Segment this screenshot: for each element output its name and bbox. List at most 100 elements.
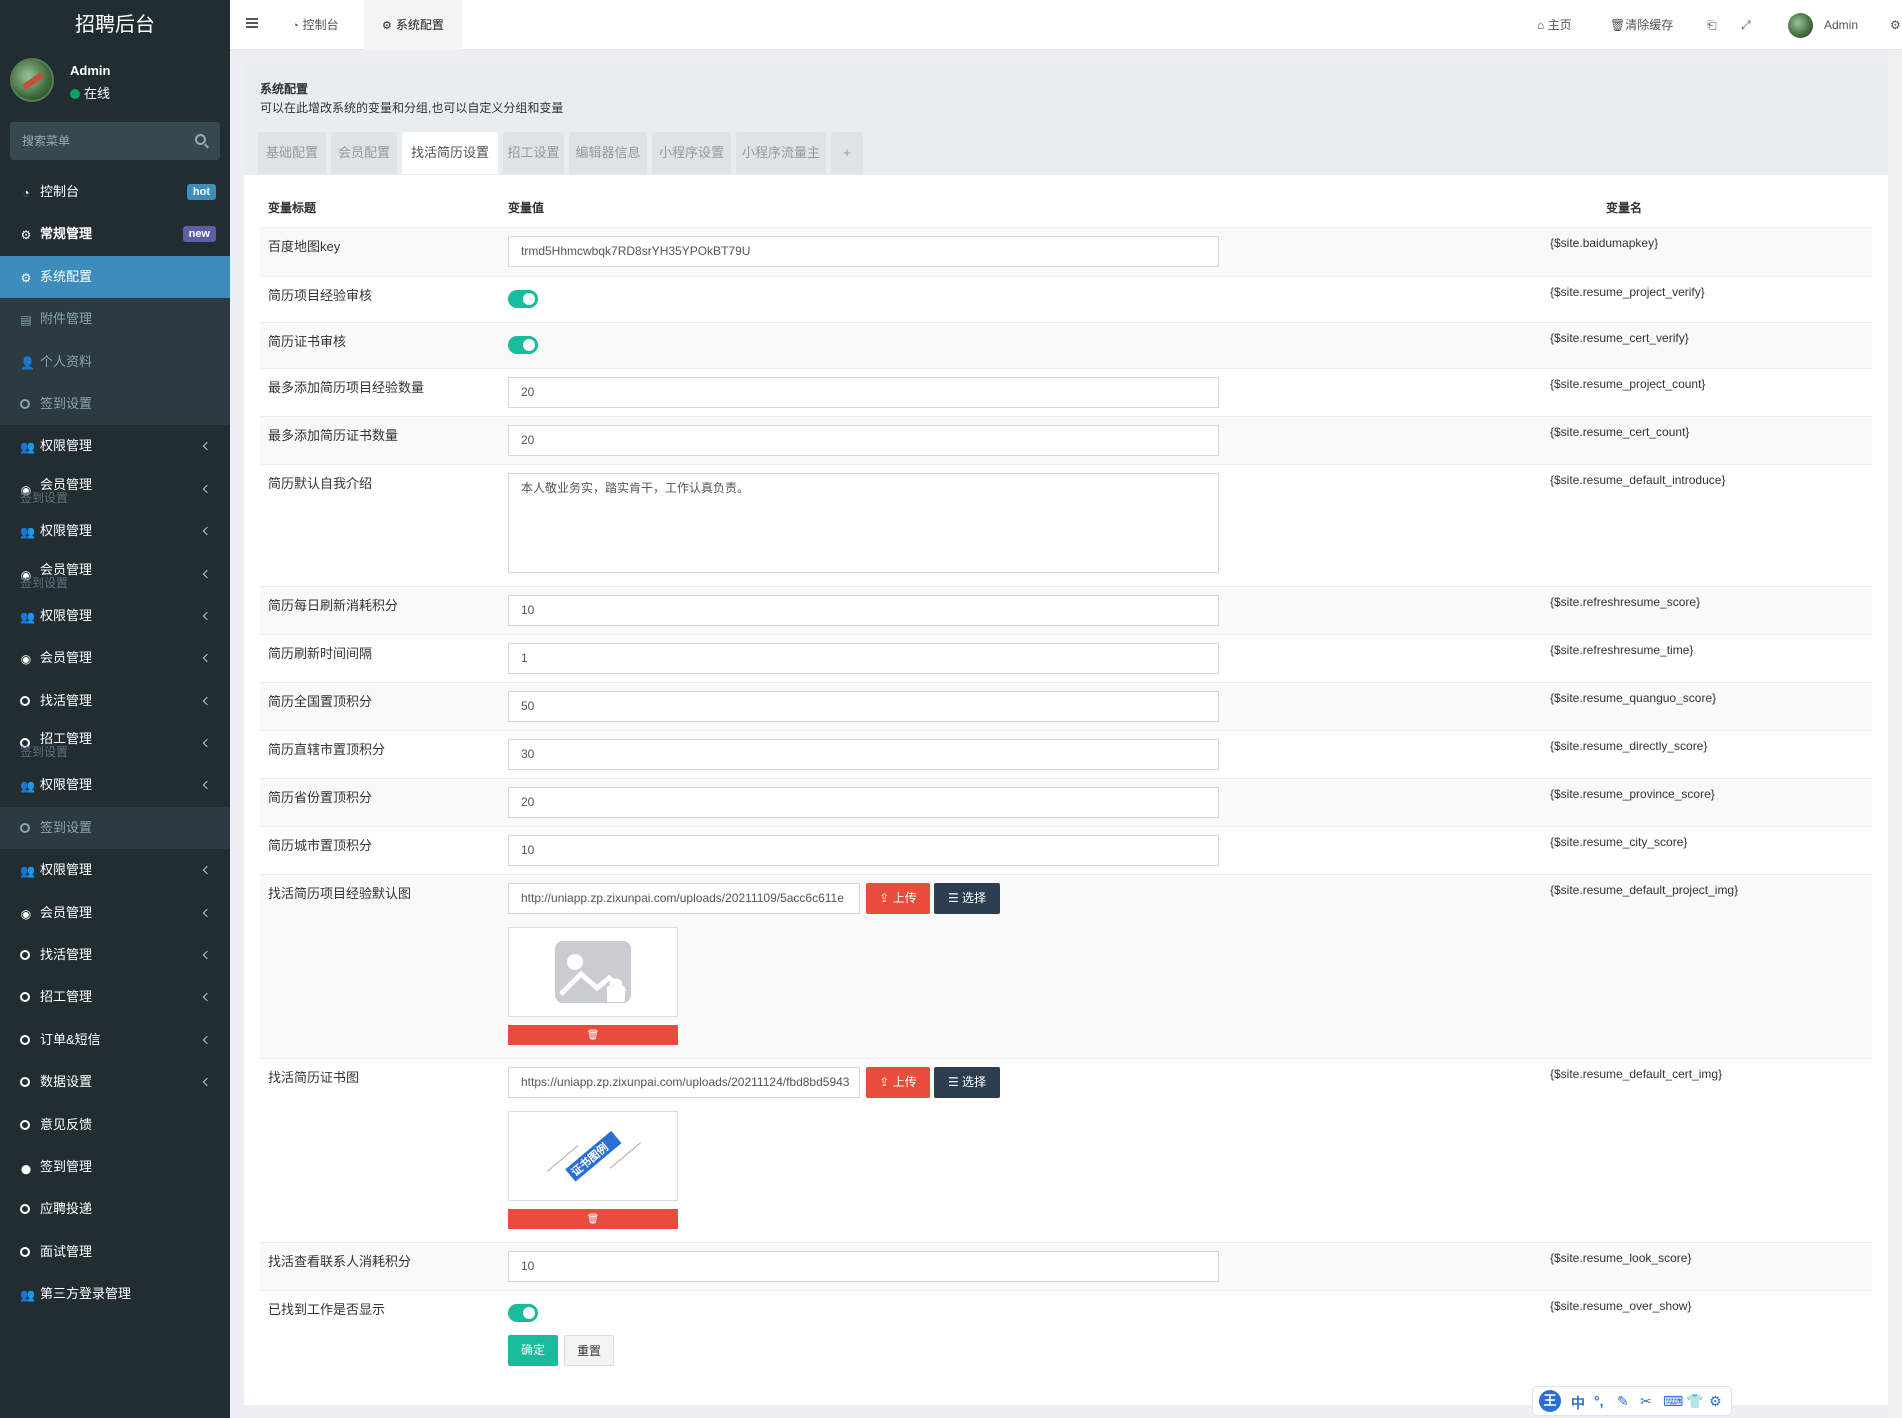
toggle-switch[interactable] — [508, 1304, 538, 1322]
sidebar-item-label: 应聘投递 — [40, 1201, 93, 1217]
confirm-button[interactable]: 确定 — [508, 1335, 558, 1366]
sidebar-item[interactable]: ⚙ 常规管理 new — [0, 213, 230, 255]
settings-gear-icon[interactable]: ⚙ — [1890, 0, 1901, 50]
sidebar-item[interactable]: ◉ 会员管理 签到设置 — [0, 468, 230, 510]
sidebar-item[interactable]: 意见反馈 — [0, 1104, 230, 1146]
toggle-switch[interactable] — [508, 290, 538, 308]
sidebar-item[interactable]: ◉ 会员管理 — [0, 637, 230, 679]
input-field[interactable]: 30 — [508, 739, 1219, 770]
gear-icon: ⚙ — [20, 270, 32, 285]
ime-punct-icon[interactable]: °, — [1594, 1393, 1604, 1409]
fullscreen-icon[interactable]: ⤢ — [1741, 0, 1751, 50]
delete-image-button[interactable]: 🗑 — [508, 1025, 678, 1045]
circle-icon — [20, 950, 30, 961]
table-row: 百度地图key trmd5Hhmcwbqk7RD8srYH35YPOkBT79U {… — [260, 227, 1872, 276]
menu-search-input[interactable] — [10, 122, 190, 160]
tab-system-config[interactable]: ⚙ 系统配置 — [364, 0, 462, 50]
table-row: 找活简历证书图 https://uniapp.zp.zixunpai.com/up… — [260, 1058, 1872, 1242]
reset-button[interactable]: 重置 — [564, 1335, 614, 1366]
input-field[interactable]: 20 — [508, 787, 1219, 818]
home-link[interactable]: ⌂ 主页 — [1537, 0, 1572, 50]
home-icon: ⌂ — [1537, 18, 1545, 32]
sidebar-item[interactable]: 👥 权限管理 — [0, 849, 230, 891]
sidebar-toggle-icon[interactable] — [246, 18, 258, 20]
config-tab[interactable]: 小程序流量主 — [736, 132, 826, 174]
ime-settings-icon[interactable]: ⚙ — [1709, 1393, 1722, 1410]
image-url-input[interactable]: http://uniapp.zp.zixunpai.com/uploads/20… — [508, 883, 860, 914]
sidebar-item[interactable]: ◉ 会员管理 — [0, 892, 230, 934]
language-icon[interactable]: ⎗ — [1707, 0, 1717, 50]
sidebar-item[interactable]: ▤ 附件管理 — [0, 298, 230, 341]
sidebar-item-label: 签到设置 — [40, 819, 93, 835]
tab-dashboard[interactable]: ◔ 控制台 — [274, 0, 357, 50]
input-field[interactable]: 20 — [508, 425, 1219, 456]
avatar[interactable] — [1788, 13, 1813, 38]
sidebar-item-label: 签到设置 — [40, 395, 93, 411]
image-preview[interactable] — [508, 927, 678, 1017]
sidebar-item[interactable]: 签到设置 — [0, 806, 230, 850]
ime-logo-icon[interactable]: 王 — [1539, 1390, 1561, 1412]
config-tab[interactable]: 小程序设置 — [652, 132, 731, 174]
image-url-input[interactable]: https://uniapp.zp.zixunpai.com/uploads/2… — [508, 1067, 860, 1098]
sidebar-item[interactable]: 👥 第三方登录管理 — [0, 1273, 230, 1315]
sidebar-item[interactable]: 数据设置 — [0, 1061, 230, 1103]
sidebar-item[interactable]: 订单&短信 — [0, 1019, 230, 1061]
sidebar-item[interactable]: 👥 权限管理 — [0, 425, 230, 467]
input-field[interactable]: trmd5Hhmcwbqk7RD8srYH35YPOkBT79U — [508, 236, 1219, 267]
sidebar-item[interactable]: ⚙ 系统配置 — [0, 255, 230, 299]
app-brand[interactable]: 招聘后台 — [0, 0, 230, 50]
sidebar-item[interactable]: 👤 个人资料 — [0, 340, 230, 383]
input-field[interactable]: 1 — [508, 643, 1219, 674]
toggle-switch[interactable] — [508, 336, 538, 354]
sidebar-item[interactable]: 签到设置 — [0, 382, 230, 426]
choose-button[interactable]: ☰ 选择 — [934, 883, 1000, 914]
table-row: 最多添加简历项目经验数量 20 {$site.resume_project_coun… — [260, 368, 1872, 416]
panel-heading: 系统配置 可以在此增改系统的变量和分组,也可以自定义分组和变量 基础配置 会员配置… — [244, 63, 1888, 175]
textarea-field[interactable]: 本人敬业务实，踏实肯干，工作认真负责。 — [508, 473, 1219, 573]
table-row: 简历省份置顶积分 20 {$site.resume_province_score} — [260, 778, 1872, 826]
config-tab[interactable]: 编辑器信息 — [569, 132, 647, 174]
input-field[interactable]: 10 — [508, 595, 1219, 626]
admin-menu[interactable]: Admin — [1824, 0, 1858, 50]
sidebar-item[interactable]: 👥 权限管理 — [0, 510, 230, 552]
scrollbar[interactable] — [1888, 50, 1902, 1418]
ime-screenshot-icon[interactable]: ✂ — [1640, 1393, 1652, 1410]
sidebar-item[interactable]: 找活管理 — [0, 680, 230, 722]
sidebar-item[interactable]: 👥 权限管理 — [0, 595, 230, 637]
sidebar-item-label: 面试管理 — [40, 1243, 93, 1259]
ime-keyboard-icon[interactable]: ⌨ — [1663, 1393, 1683, 1410]
ime-chinese-icon[interactable]: 中 — [1571, 1393, 1585, 1413]
input-field[interactable]: 50 — [508, 691, 1219, 722]
choose-button[interactable]: ☰ 选择 — [934, 1067, 1000, 1098]
config-tab[interactable]: 招工设置 — [503, 132, 564, 174]
config-tab[interactable]: 会员配置 — [331, 132, 397, 174]
upload-button[interactable]: ⇪ 上传 — [866, 1067, 930, 1098]
sidebar-item[interactable]: ⬤ 签到管理 — [0, 1146, 230, 1188]
input-field[interactable]: 10 — [508, 1251, 1219, 1282]
ime-skin-icon[interactable]: 👕 — [1686, 1393, 1703, 1410]
config-tab[interactable]: 找活简历设置 — [402, 132, 498, 174]
search-icon[interactable] — [195, 134, 206, 145]
input-field[interactable]: 10 — [508, 835, 1219, 866]
sidebar-item[interactable]: 招工管理 签到设置 — [0, 722, 230, 764]
ime-handwrite-icon[interactable]: ✎ — [1617, 1393, 1629, 1410]
sidebar-item[interactable]: ◉ 会员管理 签到设置 — [0, 553, 230, 595]
sidebar-item[interactable]: 找活管理 — [0, 934, 230, 976]
certificate-image-text: 证书图例 — [568, 1140, 611, 1179]
sidebar-item[interactable]: ◔ 控制台 hot — [0, 171, 230, 213]
input-field[interactable]: 20 — [508, 377, 1219, 408]
chevron-left-icon — [202, 1035, 212, 1045]
clear-cache-button[interactable]: 🗑清除缓存 — [1610, 0, 1673, 50]
circle-icon — [20, 1077, 30, 1088]
sidebar-item-label: 第三方登录管理 — [40, 1286, 132, 1302]
sidebar-item[interactable]: 招工管理 — [0, 976, 230, 1018]
sidebar-item[interactable]: 👥 权限管理 — [0, 764, 230, 806]
upload-button[interactable]: ⇪ 上传 — [866, 883, 930, 914]
variable-name: {$site.resume_project_verify} — [1550, 285, 1705, 299]
sidebar-item[interactable]: 应聘投递 — [0, 1188, 230, 1230]
config-tab[interactable]: 基础配置 — [258, 132, 326, 174]
add-tab-button[interactable]: + — [831, 132, 863, 174]
delete-image-button[interactable]: 🗑 — [508, 1209, 678, 1229]
image-preview[interactable]: 证书图例 — [508, 1111, 678, 1201]
sidebar-item[interactable]: 面试管理 — [0, 1231, 230, 1273]
